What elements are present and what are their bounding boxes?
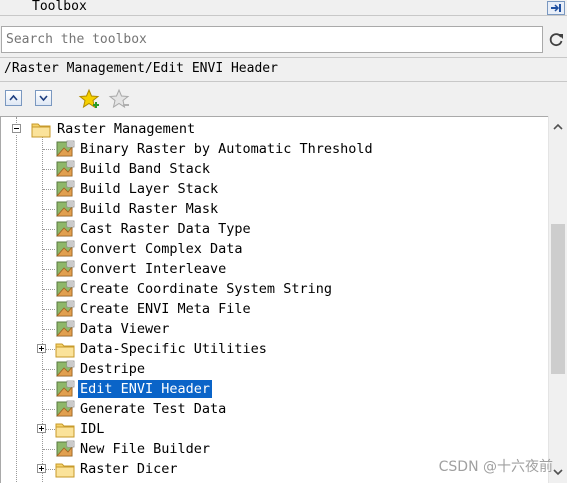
raster-tool-icon xyxy=(55,180,75,198)
scroll-up-arrow-icon[interactable] xyxy=(549,118,567,136)
tree-connector xyxy=(43,269,55,270)
folder-open-icon xyxy=(31,120,51,138)
tree-item-edit-envi-header[interactable]: Edit ENVI Header xyxy=(1,379,549,399)
raster-tool-icon xyxy=(55,220,75,238)
raster-tool-icon xyxy=(55,360,75,378)
tree-item-build-layer-stack[interactable]: Build Layer Stack xyxy=(1,179,549,199)
collapse-toggle-icon[interactable] xyxy=(12,124,21,133)
tree-connector xyxy=(43,189,55,190)
tree-item-generate-test-data[interactable]: Generate Test Data xyxy=(1,399,549,419)
tree-connector xyxy=(43,149,55,150)
expand-all-icon[interactable] xyxy=(5,90,22,106)
raster-tool-icon xyxy=(55,300,75,318)
toolbox-title-bar: Toolbox xyxy=(0,0,567,16)
tree-connector xyxy=(43,249,55,250)
expand-toggle-icon[interactable] xyxy=(37,344,46,353)
tree-item-convert-complex-data[interactable]: Convert Complex Data xyxy=(1,239,549,259)
tree-item-label: Build Raster Mask xyxy=(80,201,219,217)
search-input[interactable] xyxy=(1,26,543,53)
tree-connector xyxy=(43,309,55,310)
expand-toggle-icon[interactable] xyxy=(37,464,46,473)
breadcrumb-path: /Raster Management/Edit ENVI Header xyxy=(4,61,278,76)
tree-item-binary-raster-by-automatic-threshold[interactable]: Binary Raster by Automatic Threshold xyxy=(1,139,549,159)
toolbox-tree: Raster Management Binary Raster by Automa… xyxy=(0,116,567,483)
raster-tool-icon xyxy=(55,140,75,158)
tree-item-label: IDL xyxy=(80,421,105,437)
tree-item-build-band-stack[interactable]: Build Band Stack xyxy=(1,159,549,179)
tree-connector xyxy=(43,369,55,370)
tree-item-label: Binary Raster by Automatic Threshold xyxy=(80,141,373,157)
add-favorite-star-icon[interactable] xyxy=(78,88,100,110)
tree-item-label: Data Viewer xyxy=(80,321,170,337)
remove-favorite-star-icon[interactable] xyxy=(108,88,130,110)
raster-tool-icon xyxy=(55,400,75,418)
tree-item-label: Edit ENVI Header xyxy=(78,380,213,398)
tree-connector xyxy=(43,229,55,230)
tree-connector xyxy=(43,449,55,450)
tree-connector xyxy=(43,289,55,290)
expand-toggle-icon[interactable] xyxy=(37,424,46,433)
search-row xyxy=(0,26,567,54)
raster-tool-icon xyxy=(55,440,75,458)
raster-tool-icon xyxy=(55,260,75,278)
tree-connector xyxy=(43,329,55,330)
tree-connector xyxy=(43,209,55,210)
tree-item-cast-raster-data-type[interactable]: Cast Raster Data Type xyxy=(1,219,549,239)
tree-item-data-specific-utilities[interactable]: Data-Specific Utilities xyxy=(1,339,549,359)
folder-icon xyxy=(55,340,75,358)
tree-item-label: New File Builder xyxy=(80,441,211,457)
vertical-scrollbar[interactable] xyxy=(548,116,567,483)
tree-item-label: Create ENVI Meta File xyxy=(80,301,251,317)
raster-tool-icon xyxy=(55,380,75,398)
tree-item-label: Convert Complex Data xyxy=(80,241,243,257)
raster-tool-icon xyxy=(55,200,75,218)
tree-item-idl[interactable]: IDL xyxy=(1,419,549,439)
tree-item-label: Build Layer Stack xyxy=(80,181,219,197)
window-title: Toolbox xyxy=(32,0,87,14)
folder-icon xyxy=(55,420,75,438)
raster-tool-icon xyxy=(55,280,75,298)
tree-item-create-coordinate-system-string[interactable]: Create Coordinate System String xyxy=(1,279,549,299)
tree-item-label: Destripe xyxy=(80,361,146,377)
tree-item-build-raster-mask[interactable]: Build Raster Mask xyxy=(1,199,549,219)
tree-item-label: Raster Dicer xyxy=(80,461,178,477)
tree-item-create-envi-meta-file[interactable]: Create ENVI Meta File xyxy=(1,299,549,319)
tree-item-label: Cast Raster Data Type xyxy=(80,221,251,237)
tree-item-label: Generate Test Data xyxy=(80,401,227,417)
tree-item-destripe[interactable]: Destripe xyxy=(1,359,549,379)
pin-icon[interactable] xyxy=(547,1,565,15)
folder-icon xyxy=(55,460,75,478)
tree-item-data-viewer[interactable]: Data Viewer xyxy=(1,319,549,339)
tree-connector xyxy=(43,409,55,410)
scrollbar-thumb[interactable] xyxy=(551,224,565,374)
watermark-text: CSDN @十六夜前 xyxy=(438,459,553,475)
tree-toolbar xyxy=(0,84,567,114)
tree-connector xyxy=(43,389,55,390)
tree-item-label: Create Coordinate System String xyxy=(80,281,332,297)
refresh-icon[interactable] xyxy=(547,30,565,48)
breadcrumb: /Raster Management/Edit ENVI Header xyxy=(0,57,567,82)
collapse-all-icon[interactable] xyxy=(35,90,52,106)
tree-item-label: Data-Specific Utilities xyxy=(80,341,267,357)
tree-item-label: Raster Management xyxy=(57,121,196,137)
tree-item-convert-interleave[interactable]: Convert Interleave xyxy=(1,259,549,279)
tree-item-raster-management[interactable]: Raster Management xyxy=(1,119,549,139)
tree-item-label: Build Band Stack xyxy=(80,161,211,177)
raster-tool-icon xyxy=(55,160,75,178)
tree-connector xyxy=(43,169,55,170)
tree-item-label: Convert Interleave xyxy=(80,261,227,277)
raster-tool-icon xyxy=(55,320,75,338)
raster-tool-icon xyxy=(55,240,75,258)
